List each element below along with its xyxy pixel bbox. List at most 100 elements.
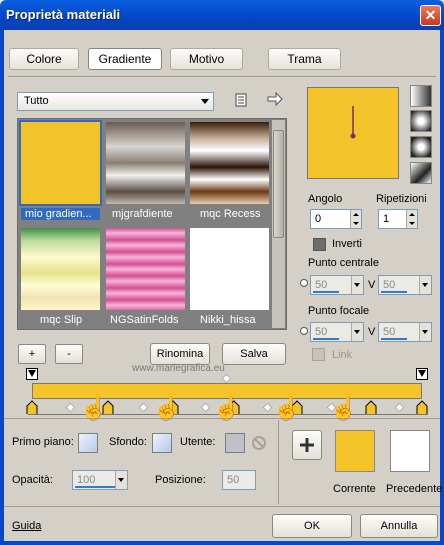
tab-gradiente[interactable]: Gradiente	[88, 48, 162, 70]
focal-v-input[interactable]: 50	[378, 322, 432, 342]
no-color-button[interactable]	[250, 434, 268, 452]
chevron-down-icon[interactable]	[115, 471, 127, 489]
close-button[interactable]: ✕	[420, 5, 441, 26]
style-radial-button[interactable]	[410, 162, 432, 184]
gallery-thumb-nikki-hissa[interactable]	[190, 228, 269, 310]
arrow-down-icon	[28, 370, 36, 377]
background-swatch[interactable]	[152, 433, 172, 453]
focal-h-input[interactable]: 50	[310, 322, 364, 342]
center-v-input[interactable]: 50	[378, 275, 432, 295]
gallery-label: mjgrafdiente	[112, 208, 173, 220]
end-marker[interactable]	[416, 368, 428, 380]
watermark-text: www.marlegrafica.eu	[132, 363, 225, 374]
gallery-thumb-mqc-recess[interactable]	[190, 122, 269, 204]
foreground-swatch[interactable]	[78, 433, 98, 453]
color-stop[interactable]	[26, 400, 38, 417]
spin-down-icon[interactable]	[406, 219, 417, 228]
spin-up-icon[interactable]	[350, 210, 361, 219]
tab-motivo[interactable]: Motivo	[170, 48, 243, 70]
ok-button[interactable]: OK	[272, 514, 352, 538]
focal-h-fill	[313, 338, 339, 340]
stop-marker-icon	[26, 400, 38, 416]
center-v-fill	[381, 291, 407, 293]
gallery-label: mqc Recess	[200, 208, 261, 220]
gallery-thumb-mqc-slip[interactable]	[21, 228, 100, 310]
window-title: Proprietà materiali	[6, 7, 121, 22]
gallery-thumb-mio-gradiente[interactable]	[19, 120, 102, 206]
help-link[interactable]: Guida	[12, 520, 41, 532]
gallery-thumb-ngsatinfolds[interactable]	[106, 228, 185, 310]
add-stop-button[interactable]: +	[18, 344, 46, 364]
angle-label: Angolo	[308, 193, 343, 205]
focal-v-value: 50	[383, 326, 396, 338]
opacity-label: Opacità:	[12, 474, 53, 486]
no-color-icon	[252, 436, 266, 450]
window-frame-right	[440, 30, 444, 545]
link-checkbox[interactable]	[312, 348, 325, 361]
invert-checkbox[interactable]	[313, 238, 326, 251]
opacity-fill	[75, 486, 115, 488]
color-stop[interactable]	[365, 400, 377, 417]
link-label: Link	[332, 349, 353, 361]
center-point-radio[interactable]	[300, 279, 308, 287]
invert-label: Inverti	[332, 238, 362, 250]
repeats-label: Ripetizioni	[376, 193, 427, 205]
foreground-label: Primo piano:	[12, 436, 74, 448]
bottom-divider	[278, 420, 279, 504]
chevron-down-icon[interactable]	[419, 276, 431, 294]
save-button[interactable]: Salva	[222, 343, 286, 365]
library-icon	[235, 93, 247, 107]
gallery-label: mqc Slip	[40, 314, 83, 326]
background-label: Sfondo:	[109, 436, 147, 448]
tab-colore[interactable]: Colore	[9, 48, 79, 70]
arrow-down-icon	[418, 370, 426, 377]
focal-v-label: V	[368, 326, 376, 338]
opacity-input[interactable]: 100	[72, 470, 128, 490]
previous-color-box[interactable]	[390, 430, 430, 472]
gallery-label: mio gradien...	[21, 208, 100, 220]
tab-trama[interactable]: Trama	[268, 48, 341, 70]
footer-separator	[4, 506, 440, 507]
start-marker[interactable]	[26, 368, 38, 380]
angle-input[interactable]: 0	[310, 209, 362, 229]
gallery-scroll-thumb[interactable]	[273, 130, 284, 238]
chevron-down-icon[interactable]	[351, 276, 363, 294]
user-swatch[interactable]	[225, 433, 245, 453]
category-select[interactable]: Tutto	[17, 92, 214, 111]
center-h-input[interactable]: 50	[310, 275, 364, 295]
focal-point-radio[interactable]	[300, 327, 308, 335]
color-stop[interactable]	[416, 400, 428, 417]
add-swatch-button[interactable]	[292, 430, 322, 460]
chevron-down-icon[interactable]	[419, 323, 431, 341]
arrow-right-icon	[267, 91, 283, 107]
spin-up-icon[interactable]	[406, 210, 417, 219]
style-rectangular-button[interactable]	[410, 110, 432, 132]
focal-point-label: Punto focale	[308, 305, 370, 317]
position-input[interactable]: 50	[222, 470, 256, 490]
chevron-down-icon[interactable]	[351, 323, 363, 341]
style-sunburst-button[interactable]	[410, 136, 432, 158]
position-label: Posizione:	[155, 474, 206, 486]
close-icon: ✕	[424, 7, 437, 23]
focal-v-fill	[381, 338, 407, 340]
gradient-preview[interactable]	[307, 87, 399, 179]
repeats-input[interactable]: 1	[378, 209, 418, 229]
center-v-label: V	[368, 279, 376, 291]
current-label: Corrente	[333, 483, 376, 495]
style-linear-button[interactable]	[410, 85, 432, 107]
stop-marker-icon	[365, 400, 377, 416]
cancel-button[interactable]: Annulla	[360, 514, 438, 538]
current-color-box[interactable]	[335, 430, 375, 472]
tab-separator	[8, 76, 436, 77]
remove-stop-button[interactable]: -	[55, 344, 83, 364]
spin-down-icon[interactable]	[350, 219, 361, 228]
plus-icon	[300, 438, 314, 452]
export-button[interactable]	[266, 91, 284, 110]
angle-value: 0	[315, 213, 322, 225]
center-h-fill	[313, 291, 339, 293]
gallery-thumb-mjgrafdiente[interactable]	[106, 122, 185, 204]
rename-button[interactable]: Rinomina	[150, 343, 210, 365]
library-button[interactable]	[232, 93, 250, 111]
center-h-value: 50	[315, 279, 328, 291]
gallery-label: NGSatinFolds	[110, 314, 179, 326]
